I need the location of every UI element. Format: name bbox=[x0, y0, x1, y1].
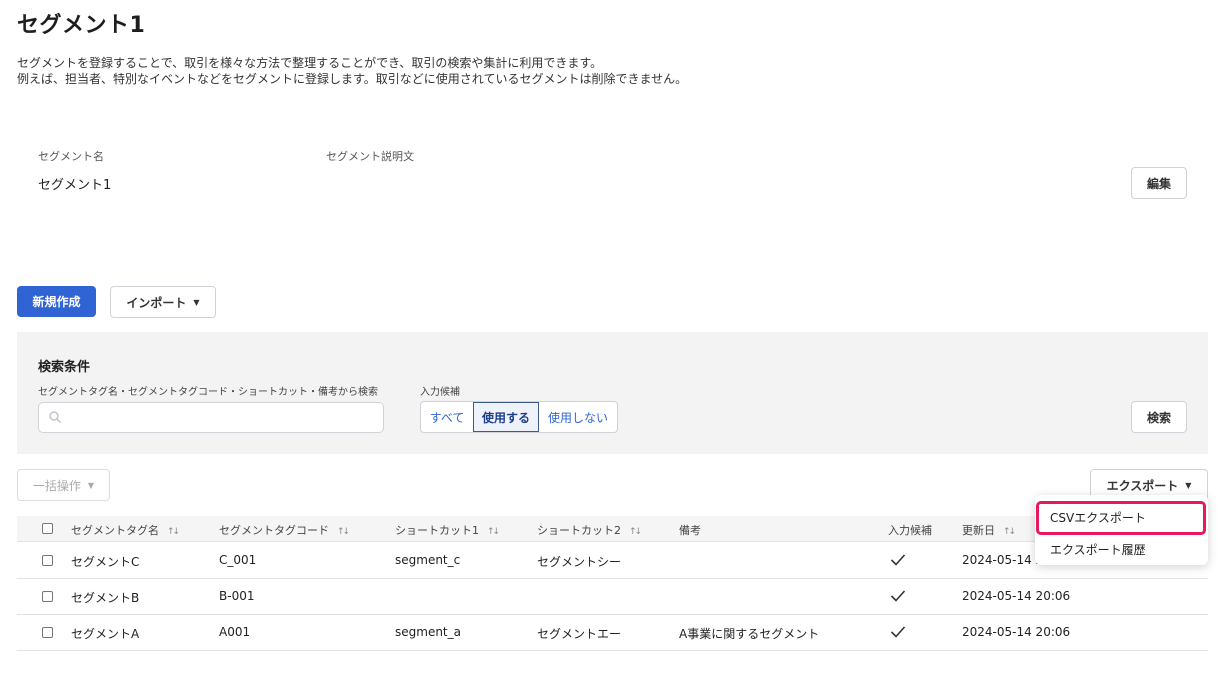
check-icon bbox=[890, 626, 906, 638]
column-header-candidate: 入力候補 bbox=[888, 524, 932, 537]
cell-code: C_001 bbox=[219, 553, 257, 567]
import-button[interactable]: インポート ▼ bbox=[110, 286, 216, 318]
edit-button[interactable]: 編集 bbox=[1131, 167, 1187, 199]
column-header-note: 備考 bbox=[679, 524, 701, 537]
description-line-2: 例えば、担当者、特別なイベントなどをセグメントに登録します。取引などに使用されて… bbox=[17, 72, 688, 86]
import-button-label: インポート bbox=[126, 295, 187, 310]
table-row[interactable]: セグメントB B-001 2024-05-14 20:06 bbox=[17, 579, 1208, 615]
export-button-label: エクスポート bbox=[1106, 478, 1179, 493]
column-header-name[interactable]: セグメントタグ名 ↑↓ bbox=[71, 522, 180, 538]
column-header-updated[interactable]: 更新日 ↑↓ bbox=[962, 522, 1016, 538]
filter-option-all[interactable]: すべて bbox=[421, 402, 473, 432]
segment-name-value: セグメント1 bbox=[38, 178, 112, 193]
check-icon bbox=[890, 554, 906, 566]
highlight-box bbox=[1036, 501, 1206, 535]
filter-option-not-use[interactable]: 使用しない bbox=[539, 402, 617, 432]
description-line-1: セグメントを登録することで、取引を様々な方法で整理することができ、取引の検索や集… bbox=[17, 56, 603, 70]
column-header-shortcut2[interactable]: ショートカット2 ↑↓ bbox=[537, 522, 642, 538]
cell-name[interactable]: セグメントC bbox=[71, 553, 139, 570]
search-panel: 検索条件 セグメントタグ名・セグメントタグコード・ショートカット・備考から検索 … bbox=[17, 332, 1208, 454]
search-panel-title: 検索条件 bbox=[38, 360, 91, 375]
table-header: セグメントタグ名 ↑↓ セグメントタグコード ↑↓ ショートカット1 ↑↓ ショートカ… bbox=[17, 516, 1208, 542]
row-checkbox[interactable] bbox=[42, 627, 53, 638]
new-button[interactable]: 新規作成 bbox=[17, 286, 96, 317]
filter-option-use[interactable]: 使用する bbox=[473, 402, 539, 432]
caret-down-icon: ▼ bbox=[87, 480, 95, 490]
search-icon bbox=[49, 411, 62, 424]
cell-name[interactable]: セグメントA bbox=[71, 625, 139, 642]
search-input[interactable] bbox=[38, 402, 384, 433]
page-title: セグメント1 bbox=[17, 13, 146, 38]
sort-icon: ↑↓ bbox=[1003, 527, 1016, 537]
caret-down-icon: ▼ bbox=[1185, 480, 1192, 490]
column-header-shortcut1[interactable]: ショートカット1 ↑↓ bbox=[395, 522, 500, 538]
table-row[interactable]: セグメントA A001 segment_a セグメントエー A事業に関するセグメ… bbox=[17, 615, 1208, 651]
cell-updated: 2024-05-14 20:06 bbox=[962, 589, 1071, 603]
segment-name-label: セグメント名 bbox=[38, 150, 104, 163]
keyword-label: セグメントタグ名・セグメントタグコード・ショートカット・備考から検索 bbox=[38, 387, 378, 398]
cell-shortcut1: segment_a bbox=[395, 625, 461, 639]
segment-description-label: セグメント説明文 bbox=[326, 150, 414, 163]
candidate-label: 入力候補 bbox=[420, 387, 460, 398]
menu-item-export-history[interactable]: エクスポート履歴 bbox=[1050, 541, 1146, 558]
sort-icon: ↑↓ bbox=[629, 527, 642, 537]
bulk-action-button[interactable]: 一括操作 ▼ bbox=[17, 469, 110, 501]
page-description: セグメントを登録することで、取引を様々な方法で整理することができ、取引の検索や集… bbox=[17, 55, 687, 87]
cell-code: B-001 bbox=[219, 589, 255, 603]
cell-name[interactable]: セグメントB bbox=[71, 589, 139, 606]
cell-shortcut1: segment_c bbox=[395, 553, 461, 567]
sort-icon: ↑↓ bbox=[167, 527, 180, 537]
bulk-action-label: 一括操作 bbox=[32, 478, 81, 493]
cell-shortcut2: セグメントシー bbox=[537, 555, 622, 569]
caret-down-icon: ▼ bbox=[193, 297, 200, 307]
row-checkbox[interactable] bbox=[42, 591, 53, 602]
row-checkbox[interactable] bbox=[42, 555, 53, 566]
search-button[interactable]: 検索 bbox=[1131, 401, 1187, 433]
table-row[interactable]: セグメントC C_001 segment_c セグメントシー 2024-05-1… bbox=[17, 543, 1208, 579]
cell-code: A001 bbox=[219, 625, 251, 639]
cell-updated: 2024-05-14 20:06 bbox=[962, 625, 1071, 639]
select-all-checkbox[interactable] bbox=[42, 523, 53, 534]
sort-icon: ↑↓ bbox=[487, 527, 500, 537]
cell-shortcut2: セグメントエー bbox=[537, 627, 622, 641]
cell-note: A事業に関するセグメント bbox=[679, 627, 820, 641]
check-icon bbox=[890, 590, 906, 602]
sort-icon: ↑↓ bbox=[337, 527, 350, 537]
candidate-filter: すべて 使用する 使用しない bbox=[420, 401, 618, 433]
column-header-code[interactable]: セグメントタグコード ↑↓ bbox=[219, 522, 350, 538]
